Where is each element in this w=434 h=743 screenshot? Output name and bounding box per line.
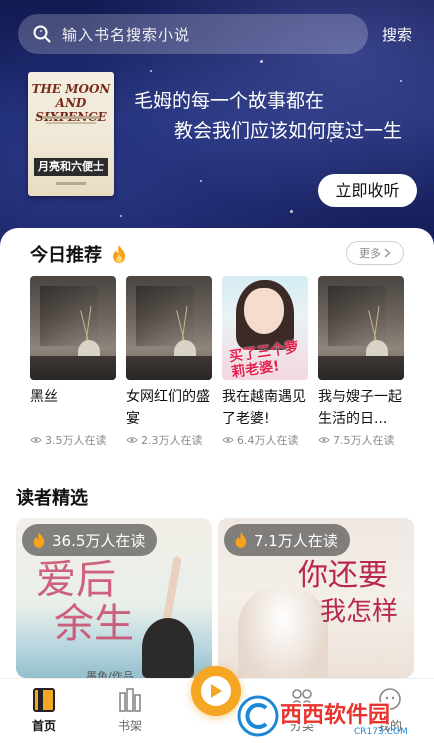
cover-title-line1: THE MOON (31, 82, 111, 96)
flame-icon (113, 245, 126, 263)
star-decoration (120, 215, 122, 217)
star-decoration (290, 210, 293, 213)
search-icon (33, 25, 51, 43)
today-recommend-header: 今日推荐 (30, 241, 127, 267)
book-card[interactable]: 女网红们的盛宴 2.3万人在读 (126, 276, 212, 448)
read-count-text: 2.3万人在读 (141, 434, 203, 447)
today-recommend-title: 今日推荐 (30, 245, 102, 266)
book-title[interactable]: 女网红们的盛宴 (126, 386, 212, 430)
site-watermark: 西西软件园 CR173.COM (236, 694, 408, 738)
read-count-text: 3.5万人在读 (45, 434, 107, 447)
star-decoration (400, 80, 402, 82)
star-decoration (260, 60, 263, 63)
cover-art (126, 356, 212, 380)
chevron-right-icon (384, 248, 391, 258)
reader-picks-title: 读者精选 (16, 488, 88, 509)
badge-text: 36.5万人在读 (52, 531, 146, 550)
book-card[interactable]: 黑丝 3.5万人在读 (30, 276, 116, 448)
badge-text: 7.1万人在读 (254, 531, 338, 550)
cover-art (244, 288, 284, 334)
pick-cover-title-line1: 爱后 (36, 557, 116, 603)
search-input[interactable]: 输入书名搜索小说 (18, 14, 368, 54)
read-count-text: 6.4万人在读 (237, 434, 299, 447)
cover-rule (46, 122, 96, 124)
book-title[interactable]: 我在越南遇见了老婆! (222, 386, 308, 430)
book-card[interactable]: 我与嫂子一起生活的日... 7.5万人在读 (318, 276, 404, 448)
eye-icon (30, 437, 42, 443)
player-button-inner (201, 676, 231, 706)
eye-icon (222, 437, 234, 443)
hero-banner[interactable]: 输入书名搜索小说 搜索 THE MOON AND SIXPENCE 月亮和六便士… (0, 0, 434, 262)
cover-title-line2: AND SIXPENCE (35, 96, 106, 124)
hero-quote-line2: 教会我们应该如何度过一生 (174, 120, 403, 142)
pick-cover-title-line2: 我怎样 (320, 597, 399, 627)
search-placeholder: 输入书名搜索小说 (62, 25, 191, 44)
hero-quote: 毛姆的每一个故事都在 教会我们应该如何度过一生 (134, 86, 424, 146)
hero-book-cover[interactable]: THE MOON AND SIXPENCE 月亮和六便士 (28, 72, 114, 196)
bookshelf-icon (119, 688, 141, 712)
book-cover[interactable]: 买了三个萝莉老婆! (222, 276, 308, 380)
book-cover[interactable] (30, 276, 116, 380)
book-title[interactable]: 黑丝 (30, 386, 116, 430)
listen-now-button[interactable]: 立即收听 (318, 174, 417, 207)
pick-card[interactable]: 爱后 余生 墨鱼/作品 36.5万人在读 (16, 518, 212, 678)
pick-cover-title: 爱后 余生 (36, 558, 134, 646)
player-button[interactable] (191, 666, 241, 716)
eye-icon (318, 437, 330, 443)
cover-art (318, 356, 404, 380)
pick-cover-title: 你还要 我怎样 (298, 558, 398, 630)
pick-cover-title-line1: 你还要 (298, 558, 388, 593)
pick-card[interactable]: 你还要 我怎样 7.1万人在读 (218, 518, 414, 678)
book-cover[interactable] (318, 276, 404, 380)
cover-chinese-title: 月亮和六便士 (34, 158, 108, 176)
flame-icon (33, 532, 45, 548)
pick-cover-title-line2: 余生 (54, 601, 134, 647)
book-cover[interactable] (126, 276, 212, 380)
book-title[interactable]: 我与嫂子一起生活的日... (318, 386, 404, 430)
reading-count-badge: 7.1万人在读 (224, 524, 350, 556)
cover-art (142, 618, 194, 678)
read-count: 7.5万人在读 (318, 432, 404, 448)
play-icon (211, 684, 222, 698)
star-decoration (200, 180, 202, 182)
watermark-text: 西西软件园 (280, 702, 390, 728)
cover-art (162, 555, 182, 625)
reading-count-badge: 36.5万人在读 (22, 524, 158, 556)
pick-author: 墨鱼/作品 (86, 670, 134, 678)
star-decoration (150, 70, 152, 72)
read-count-text: 7.5万人在读 (333, 434, 395, 447)
nav-home[interactable]: 首页 (14, 687, 74, 734)
cover-publisher-mark (56, 182, 86, 185)
more-label: 更多 (359, 247, 381, 260)
watermark-url: CR173.COM (354, 727, 408, 737)
nav-label: 首页 (31, 719, 56, 733)
read-count: 6.4万人在读 (222, 432, 308, 448)
search-button[interactable]: 搜索 (382, 24, 412, 45)
eye-icon (126, 437, 138, 443)
nav-bookshelf[interactable]: 书架 (100, 687, 160, 734)
read-count: 3.5万人在读 (30, 432, 116, 448)
read-count: 2.3万人在读 (126, 432, 212, 448)
more-button[interactable]: 更多 (346, 241, 404, 265)
nav-label: 书架 (117, 719, 142, 733)
hero-quote-line1: 毛姆的每一个故事都在 (134, 90, 325, 112)
book-card[interactable]: 买了三个萝莉老婆! 我在越南遇见了老婆! 6.4万人在读 (222, 276, 308, 448)
home-book-icon (33, 688, 55, 712)
cover-art (30, 356, 116, 380)
cover-rule (42, 116, 100, 119)
flame-icon (235, 532, 247, 548)
